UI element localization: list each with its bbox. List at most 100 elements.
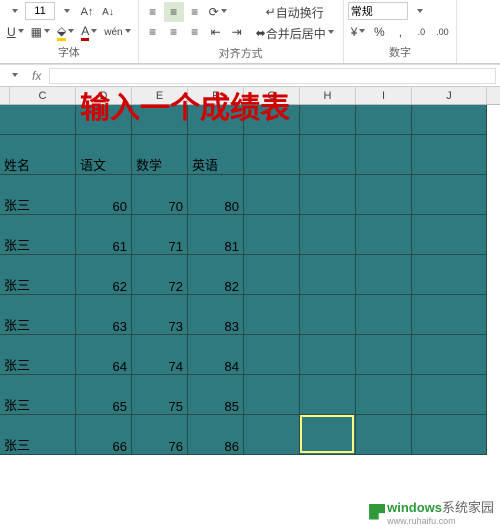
cell-english[interactable]: 80 <box>188 175 244 215</box>
cell[interactable] <box>356 415 412 455</box>
font-size-input[interactable] <box>25 2 55 20</box>
cell-header-chinese[interactable]: 语文 <box>76 135 132 175</box>
cell-chinese[interactable]: 61 <box>76 215 132 255</box>
cell[interactable] <box>412 295 487 335</box>
cell[interactable] <box>356 175 412 215</box>
merge-center-button[interactable]: ⬌ 合并后居中 <box>251 23 339 43</box>
cell[interactable] <box>244 215 300 255</box>
cell-math[interactable]: 70 <box>132 175 188 215</box>
cell[interactable] <box>412 335 487 375</box>
cell[interactable] <box>244 335 300 375</box>
cell-name[interactable]: 张三 <box>0 215 76 255</box>
number-format-select[interactable] <box>348 2 408 20</box>
wrap-text-button[interactable]: ↵ 自动换行 <box>251 2 339 22</box>
cell-chinese[interactable]: 62 <box>76 255 132 295</box>
cell-name[interactable]: 张三 <box>0 415 76 455</box>
col-header[interactable]: H <box>300 87 356 104</box>
cell[interactable] <box>244 175 300 215</box>
cell-name[interactable]: 张三 <box>0 295 76 335</box>
increase-decimal-button[interactable]: .0 <box>411 22 431 42</box>
cell[interactable] <box>412 175 487 215</box>
fx-icon[interactable]: fx <box>28 69 45 83</box>
decrease-indent-button[interactable]: ⇤ <box>206 22 226 42</box>
align-top-button[interactable]: ≡ <box>143 2 163 22</box>
cell[interactable] <box>244 295 300 335</box>
align-middle-button[interactable]: ≡ <box>164 2 184 22</box>
borders-button[interactable]: ▦ <box>28 22 53 42</box>
cell[interactable] <box>412 105 487 135</box>
name-box-dropdown[interactable] <box>4 66 24 86</box>
cell[interactable] <box>412 255 487 295</box>
cell[interactable] <box>244 375 300 415</box>
percent-format-button[interactable]: % <box>369 22 389 42</box>
cell[interactable] <box>300 215 356 255</box>
cell[interactable] <box>412 215 487 255</box>
cell-name[interactable]: 张三 <box>0 375 76 415</box>
col-header[interactable]: C <box>10 87 76 104</box>
align-bottom-button[interactable]: ≡ <box>185 2 205 22</box>
cell[interactable] <box>300 255 356 295</box>
cell-math[interactable]: 72 <box>132 255 188 295</box>
accounting-format-button[interactable]: ¥ <box>348 22 369 42</box>
cell[interactable] <box>412 135 487 175</box>
cell-chinese[interactable]: 66 <box>76 415 132 455</box>
cell-math[interactable]: 75 <box>132 375 188 415</box>
cell[interactable] <box>244 135 300 175</box>
cell[interactable] <box>412 415 487 455</box>
cell[interactable] <box>300 105 356 135</box>
cell-english[interactable]: 85 <box>188 375 244 415</box>
number-format-dropdown[interactable] <box>409 2 429 22</box>
cell[interactable] <box>300 375 356 415</box>
cell[interactable] <box>300 335 356 375</box>
cell-english[interactable]: 81 <box>188 215 244 255</box>
cell-math[interactable]: 73 <box>132 295 188 335</box>
cell[interactable] <box>0 105 76 135</box>
cell[interactable] <box>356 375 412 415</box>
cell[interactable] <box>412 375 487 415</box>
cell-english[interactable]: 84 <box>188 335 244 375</box>
align-left-button[interactable]: ≡ <box>143 22 163 42</box>
col-header[interactable]: I <box>356 87 412 104</box>
cell[interactable] <box>300 295 356 335</box>
cell[interactable] <box>356 135 412 175</box>
comma-format-button[interactable]: , <box>390 22 410 42</box>
cell-math[interactable]: 71 <box>132 215 188 255</box>
cell[interactable] <box>356 105 412 135</box>
phonetic-button[interactable]: wén <box>101 22 133 42</box>
cell[interactable] <box>300 135 356 175</box>
cell-chinese[interactable]: 64 <box>76 335 132 375</box>
cell-english[interactable]: 83 <box>188 295 244 335</box>
cell-name[interactable]: 张三 <box>0 335 76 375</box>
cell-math[interactable]: 76 <box>132 415 188 455</box>
cell-english[interactable]: 86 <box>188 415 244 455</box>
cell[interactable] <box>356 295 412 335</box>
cell-english[interactable]: 82 <box>188 255 244 295</box>
cell[interactable] <box>356 215 412 255</box>
font-family-dropdown[interactable] <box>4 2 24 22</box>
cell-header-name[interactable]: 姓名 <box>0 135 76 175</box>
cell-header-math[interactable]: 数学 <box>132 135 188 175</box>
col-header[interactable]: J <box>412 87 487 104</box>
cell-chinese[interactable]: 60 <box>76 175 132 215</box>
underline-button[interactable]: U <box>4 22 27 42</box>
fill-color-button[interactable]: ⬙ <box>54 22 77 42</box>
decrease-font-button[interactable]: A↓ <box>98 2 118 22</box>
cell[interactable] <box>300 415 356 455</box>
cell-chinese[interactable]: 63 <box>76 295 132 335</box>
decrease-decimal-button[interactable]: .00 <box>432 22 452 42</box>
increase-font-button[interactable]: A↑ <box>77 2 97 22</box>
cell-name[interactable]: 张三 <box>0 255 76 295</box>
increase-indent-button[interactable]: ⇥ <box>227 22 247 42</box>
font-color-button[interactable]: A <box>78 22 100 42</box>
cell-header-english[interactable]: 英语 <box>188 135 244 175</box>
cell[interactable] <box>244 255 300 295</box>
font-size-dropdown[interactable] <box>56 2 76 22</box>
cell[interactable] <box>356 255 412 295</box>
formula-input[interactable] <box>49 68 496 84</box>
cell-math[interactable]: 74 <box>132 335 188 375</box>
align-right-button[interactable]: ≡ <box>185 22 205 42</box>
grid[interactable]: 姓名 语文 数学 英语 张三607080张三617181张三627282张三63… <box>0 105 500 455</box>
cell-name[interactable]: 张三 <box>0 175 76 215</box>
cell[interactable] <box>244 415 300 455</box>
cell[interactable] <box>356 335 412 375</box>
